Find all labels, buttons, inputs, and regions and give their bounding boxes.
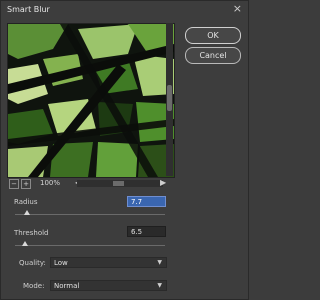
cancel-button[interactable]: Cancel xyxy=(185,47,241,64)
quality-value: Low xyxy=(54,259,68,267)
ok-button[interactable]: OK xyxy=(185,27,241,44)
threshold-label: Threshold xyxy=(14,229,49,237)
preview-image[interactable] xyxy=(7,23,175,178)
mode-select[interactable]: Normal ▼ xyxy=(50,280,167,291)
chevron-down-icon: ▼ xyxy=(157,282,162,289)
dialog-title: Smart Blur xyxy=(7,5,50,14)
title-bar: Smart Blur × xyxy=(1,1,248,19)
preview-vertical-scrollbar[interactable] xyxy=(166,23,173,176)
smart-blur-dialog: Smart Blur × − + 100% ▶ OK Cancel Radius… xyxy=(0,0,249,300)
radius-input[interactable]: 7.7 xyxy=(127,196,166,207)
radius-slider-track[interactable] xyxy=(15,214,165,215)
threshold-input[interactable]: 6.5 xyxy=(127,226,166,237)
chevron-down-icon: ▼ xyxy=(157,259,162,266)
quality-select[interactable]: Low ▼ xyxy=(50,257,167,268)
scroll-right-icon[interactable]: ▶ xyxy=(160,178,166,187)
close-icon[interactable]: × xyxy=(233,3,242,15)
zoom-out-button[interactable]: − xyxy=(9,179,19,189)
preview-horizontal-scrollbar[interactable] xyxy=(77,180,163,187)
radius-label: Radius xyxy=(14,198,38,206)
zoom-level: 100% xyxy=(40,179,61,187)
threshold-slider-handle[interactable] xyxy=(21,241,28,246)
quality-label: Quality: xyxy=(19,259,46,267)
preview-toolbar: − + 100% ◀ ▶ xyxy=(7,178,173,190)
vertical-scroll-thumb[interactable] xyxy=(167,85,172,111)
radius-slider-handle[interactable] xyxy=(23,210,30,215)
horizontal-scroll-thumb[interactable] xyxy=(113,181,124,186)
mode-value: Normal xyxy=(54,282,80,290)
zoom-in-button[interactable]: + xyxy=(21,179,31,189)
threshold-slider-track[interactable] xyxy=(15,245,165,246)
leaf-preview-graphic xyxy=(8,24,174,177)
mode-label: Mode: xyxy=(23,282,45,290)
